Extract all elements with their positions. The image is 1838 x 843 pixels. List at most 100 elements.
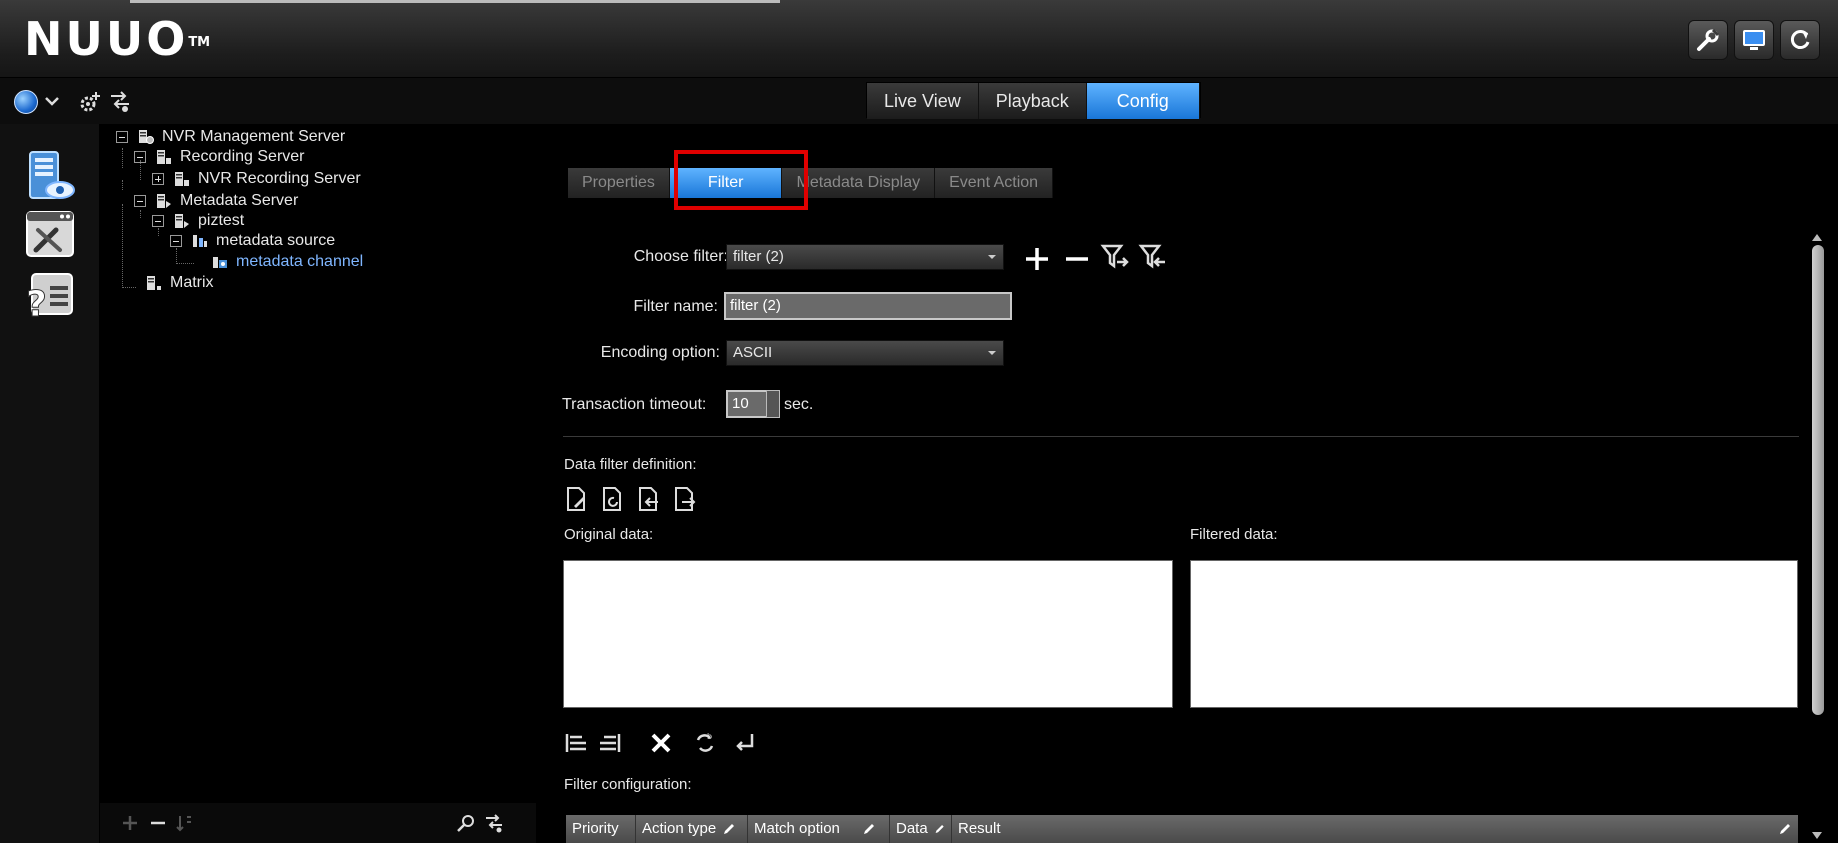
wrench-icon <box>1697 28 1720 51</box>
column-match-option[interactable]: Match option <box>748 815 890 843</box>
remove-icon[interactable] <box>148 813 168 833</box>
tree-item-metadata-channel[interactable]: metadata channel <box>212 251 363 273</box>
tree-connector <box>122 204 123 288</box>
server-monitor-icon[interactable] <box>24 150 76 202</box>
tab-properties[interactable]: Properties <box>568 168 670 198</box>
tab-playback[interactable]: Playback <box>978 83 1087 119</box>
export-document-icon[interactable] <box>672 486 698 512</box>
export-filter-icon[interactable] <box>1138 242 1168 272</box>
chevron-down-icon <box>988 351 996 355</box>
tree-item-label: Matrix <box>170 274 214 291</box>
app-header: NUUOTM <box>0 0 1838 78</box>
metadata-source-icon <box>193 235 207 247</box>
app-logo: NUUOTM <box>24 12 211 66</box>
choose-filter-dropdown[interactable]: filter (2) <box>726 244 1004 270</box>
tree-item-label: Metadata Server <box>180 192 299 209</box>
globe-icon[interactable] <box>14 90 38 114</box>
tree-item-nvr-recording-server[interactable]: NVR Recording Server <box>152 168 361 190</box>
config-sub-tabs: Properties Filter Metadata Display Event… <box>568 168 1054 198</box>
tree-item-label: NVR Recording Server <box>198 170 361 187</box>
reload-document-icon[interactable] <box>600 486 626 512</box>
collapse-icon[interactable] <box>170 235 182 247</box>
switch-settings-icon[interactable] <box>108 90 132 114</box>
tree-item-nvr-management-server[interactable]: NVR Management Server <box>116 126 345 148</box>
tree-connector <box>122 148 123 168</box>
refresh-button[interactable] <box>1780 20 1820 60</box>
tree-item-piztest[interactable]: piztest <box>152 210 244 232</box>
help-icon[interactable]: ? <box>24 270 76 322</box>
filtered-data-label: Filtered data: <box>1190 526 1278 543</box>
collapse-icon[interactable] <box>134 195 146 207</box>
tree-item-metadata-source[interactable]: metadata source <box>170 230 335 252</box>
metadata-server-icon <box>157 194 171 208</box>
switch-settings-icon[interactable] <box>484 813 504 833</box>
collapse-icon[interactable] <box>116 131 128 143</box>
matrix-icon <box>147 276 161 290</box>
column-priority[interactable]: Priority <box>566 815 636 843</box>
filter-configuration-table-header: Priority Action type Match option Data R… <box>566 815 1798 843</box>
scrollbar-thumb[interactable] <box>1812 245 1824 715</box>
add-filter-icon[interactable] <box>1022 244 1052 274</box>
tree-item-recording-server[interactable]: Recording Server <box>134 146 305 168</box>
align-left-icon[interactable] <box>564 730 590 756</box>
enter-icon[interactable] <box>732 730 758 756</box>
recording-server-icon <box>175 172 189 186</box>
chevron-down-icon[interactable] <box>44 93 60 109</box>
gear-add-icon[interactable] <box>78 90 102 114</box>
tab-live-view[interactable]: Live View <box>867 83 979 119</box>
choose-filter-value: filter (2) <box>733 248 784 265</box>
tree-item-label: metadata source <box>216 232 336 249</box>
filtered-data-area[interactable] <box>1190 560 1798 708</box>
data-filter-definition-label: Data filter definition: <box>564 456 697 473</box>
edit-document-icon[interactable] <box>564 486 590 512</box>
tab-event-action[interactable]: Event Action <box>935 168 1054 198</box>
tree-item-label: metadata channel <box>236 253 364 270</box>
choose-filter-label: Choose filter: <box>633 248 728 265</box>
encoding-option-dropdown[interactable]: ASCII <box>726 340 1004 366</box>
sort-icon[interactable] <box>174 813 194 833</box>
import-filter-icon[interactable] <box>1100 242 1130 272</box>
column-result[interactable]: Result <box>952 815 1798 843</box>
tree-item-metadata-server[interactable]: Metadata Server <box>134 190 298 212</box>
transaction-timeout-value: 10 <box>732 395 749 412</box>
recording-server-icon <box>157 150 171 164</box>
monitor-button[interactable] <box>1734 20 1774 60</box>
tree-connector <box>176 263 194 264</box>
original-data-area[interactable] <box>563 560 1173 708</box>
header-top-line <box>130 0 780 3</box>
svg-text:?: ? <box>26 284 47 322</box>
tree-item-label: NVR Management Server <box>162 128 346 145</box>
collapse-icon[interactable] <box>152 215 164 227</box>
expand-icon[interactable] <box>152 173 164 185</box>
tab-config[interactable]: Config <box>1086 83 1200 119</box>
filter-name-label: Filter name: <box>633 298 718 315</box>
add-icon[interactable] <box>120 813 140 833</box>
align-right-icon[interactable] <box>596 730 622 756</box>
remove-filter-icon[interactable] <box>1062 244 1092 274</box>
collapse-icon[interactable] <box>134 151 146 163</box>
edit-pen-icon <box>724 824 735 834</box>
tree-bottom-toolbar <box>100 803 536 843</box>
column-data[interactable]: Data <box>890 815 952 843</box>
encoding-option-value: ASCII <box>733 344 773 361</box>
tree-connector <box>122 287 136 288</box>
column-action-type[interactable]: Action type <box>636 815 748 843</box>
timeout-unit-label: sec. <box>784 396 814 413</box>
settings-button[interactable] <box>1688 20 1728 60</box>
device-tree-panel: NVR Management Server Recording Server N… <box>100 124 536 843</box>
transaction-timeout-stepper[interactable]: 10 <box>726 390 780 418</box>
tools-window-icon[interactable] <box>24 208 76 260</box>
svg-text:b: b <box>707 732 712 741</box>
stepper-arrows[interactable] <box>766 390 780 418</box>
search-icon[interactable] <box>456 813 476 833</box>
replace-text-icon[interactable]: b <box>692 730 718 756</box>
delete-icon[interactable] <box>648 730 674 756</box>
import-document-icon[interactable] <box>636 486 662 512</box>
edit-pen-icon <box>935 824 944 834</box>
filter-name-input[interactable]: filter (2) <box>724 292 1012 320</box>
original-data-label: Original data: <box>564 526 654 543</box>
tree-item-matrix[interactable]: Matrix <box>146 272 214 294</box>
tree-item-label: Recording Server <box>180 148 305 165</box>
refresh-icon <box>1790 30 1810 49</box>
edit-pen-icon <box>1780 824 1790 834</box>
